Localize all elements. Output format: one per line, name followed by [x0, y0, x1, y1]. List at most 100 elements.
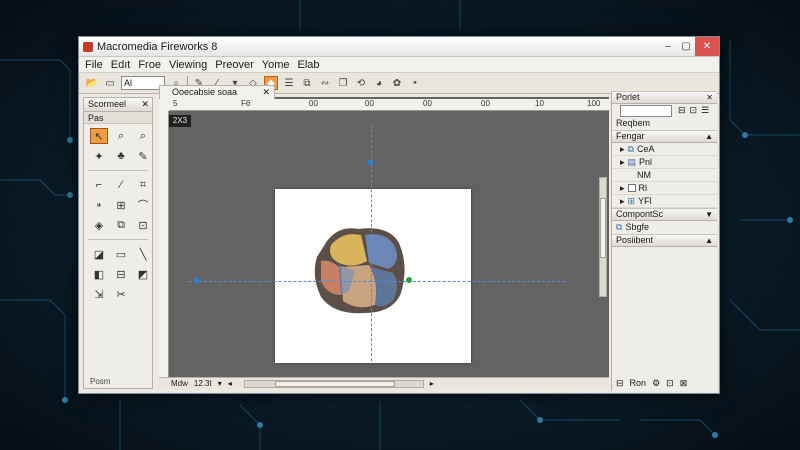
hotspot-tool-icon[interactable]: ◪	[90, 246, 108, 262]
scissors-tool-icon[interactable]: ✂	[112, 286, 130, 302]
zoom-tool-icon[interactable]: ⌕	[134, 128, 152, 144]
close-button[interactable]: ✕	[695, 37, 719, 56]
scroll-thumb[interactable]	[600, 198, 606, 258]
pointer-tool-icon[interactable]: ↖	[90, 128, 108, 144]
lock-icon[interactable]: ⊟	[678, 104, 686, 117]
align-icon[interactable]: ☰	[282, 76, 296, 90]
minimize-button[interactable]: –	[659, 37, 677, 56]
ruler-corner	[159, 99, 169, 111]
layer-tool-icon[interactable]: ⧉	[112, 217, 130, 233]
link-icon[interactable]: ∾	[318, 76, 332, 90]
eyedropper-icon[interactable]: ⁍	[408, 76, 422, 90]
menu-edit[interactable]: Edıt	[111, 59, 131, 71]
chevron-right-icon[interactable]: ▸	[430, 379, 434, 388]
frame-tool-icon[interactable]: ⌗	[134, 177, 152, 193]
lasso-tool-icon[interactable]: ✦	[90, 148, 108, 164]
scroll-thumb[interactable]	[274, 380, 395, 387]
zoom-level[interactable]: 12.3t	[194, 379, 212, 388]
vertical-scrollbar[interactable]	[599, 177, 607, 297]
menu-view[interactable]: Viewing	[169, 59, 207, 71]
expand-icon[interactable]: ▸	[620, 196, 625, 207]
guide-handle[interactable]	[194, 278, 199, 283]
guide-handle[interactable]	[368, 160, 373, 165]
fill-tool-icon[interactable]: ◈	[90, 217, 108, 233]
ruler-mark: F6	[241, 99, 251, 108]
line-tool-icon[interactable]: ╲	[134, 246, 152, 262]
expand-icon[interactable]: ▸	[620, 144, 625, 155]
ruler-left	[159, 111, 169, 377]
position-section-header[interactable]: Posiibent ▲	[612, 234, 717, 247]
menu-5[interactable]: Preover	[215, 59, 254, 71]
crop-tool-icon[interactable]: ⌐	[90, 177, 108, 193]
tools-panel-header: Scormeel ✕	[84, 98, 152, 112]
tool-grid-2: ⌐ ⁄ ⌗ ⁍ ⊞ ⌒ ◈ ⧉ ⊡	[84, 173, 152, 237]
ruler-mark: 00	[481, 99, 490, 108]
blend-select[interactable]	[620, 104, 672, 117]
layers-section-title: Fengar	[616, 131, 645, 141]
transform-icon[interactable]: ⟲	[354, 76, 368, 90]
layer-icon	[627, 184, 636, 192]
text-tool-icon[interactable]: ⊟	[112, 266, 130, 282]
open-icon[interactable]: 📂	[85, 76, 99, 90]
pencil-tool-icon[interactable]: ✎	[134, 148, 152, 164]
chevron-down-icon[interactable]: ▼	[705, 208, 713, 221]
group-icon[interactable]: ⧉	[300, 76, 314, 90]
ruler-mark: 10	[535, 99, 544, 108]
document-tab-label: Ooecabsie soaa	[172, 87, 238, 97]
anchor-point[interactable]	[406, 277, 412, 283]
footer-label: Ron	[629, 378, 647, 388]
menu-icon[interactable]: ☰	[701, 104, 709, 117]
components-section-header[interactable]: CompontSc ▼	[612, 208, 717, 221]
settings-icon[interactable]: ⊡	[690, 104, 698, 117]
close-icon[interactable]: ✕	[141, 98, 149, 111]
expand-icon[interactable]: ▸	[620, 157, 625, 168]
path-tool-icon[interactable]: ⌒	[134, 197, 152, 213]
settings-icon[interactable]: ⚙	[652, 378, 660, 389]
chevron-down-icon[interactable]: ▾	[218, 379, 222, 388]
layer-item[interactable]: ▸ ▤ Pnl	[612, 156, 717, 169]
close-icon[interactable]: ✕	[262, 86, 270, 99]
close-icon[interactable]: ✕	[706, 91, 713, 104]
rect-tool-icon[interactable]: ▭	[112, 246, 130, 262]
grid-icon[interactable]: ⊟	[616, 378, 624, 389]
window-title: Macromedia Fireworks 8	[97, 40, 218, 53]
title-bar: Macromedia Fireworks 8 – ▢ ✕	[79, 37, 719, 57]
menu-3[interactable]: Froe	[138, 59, 161, 71]
menu-file[interactable]: File	[85, 59, 103, 71]
brush-tool-icon[interactable]: ⁄	[112, 177, 130, 193]
menu-6[interactable]: Yome	[262, 59, 290, 71]
eyedropper-tool-icon[interactable]: ⁍	[90, 197, 108, 213]
effects-icon[interactable]: ✿	[390, 76, 404, 90]
magnify-tool-icon[interactable]: ⌕	[112, 128, 130, 144]
grid-tool-icon[interactable]: ⊞	[112, 197, 130, 213]
chevron-left-icon[interactable]: ◂	[228, 379, 232, 388]
layers-section-header[interactable]: Fengar ▲	[612, 130, 717, 143]
copy-icon[interactable]: ❐	[336, 76, 350, 90]
select-icon[interactable]: ▭	[103, 76, 117, 90]
tools-panel-subtitle: Pas	[84, 112, 152, 124]
layer-item[interactable]: NM	[612, 169, 717, 182]
layer-item[interactable]: ▸ ⊞ YFl	[612, 195, 717, 208]
horizontal-scrollbar[interactable]	[243, 379, 424, 388]
slice-tool-icon[interactable]: ⊡	[134, 217, 152, 233]
color-icon[interactable]: ◕	[372, 76, 386, 90]
folder-icon: ⧉	[627, 143, 634, 154]
maximize-button[interactable]: ▢	[677, 37, 695, 56]
expand-icon[interactable]: ▸	[620, 183, 625, 194]
add-icon[interactable]: ⊡	[666, 378, 674, 389]
color-tool-icon[interactable]: ♣	[112, 148, 130, 164]
delete-icon[interactable]: ⊠	[680, 378, 688, 389]
components-item[interactable]: ⧉ Sbgfe	[612, 221, 717, 234]
layer-item[interactable]: ▸ Rl	[612, 182, 717, 195]
knife-tool-icon[interactable]: ◩	[134, 266, 152, 282]
chevron-up-icon[interactable]: ▲	[705, 234, 713, 247]
layer-icon: ▤	[627, 156, 637, 167]
shape-tool-icon[interactable]: ◧	[90, 266, 108, 282]
horizontal-guide[interactable]	[189, 281, 565, 282]
document-tab[interactable]: Ooecabsie soaa ✕	[159, 85, 275, 99]
menu-7[interactable]: Elab	[298, 59, 320, 71]
chevron-up-icon[interactable]: ▲	[705, 130, 713, 143]
tool-grid: ↖ ⌕ ⌕ ✦ ♣ ✎	[84, 124, 152, 168]
export-tool-icon[interactable]: ⇲	[90, 286, 108, 302]
layer-item[interactable]: ▸ ⧉ CeA	[612, 143, 717, 156]
